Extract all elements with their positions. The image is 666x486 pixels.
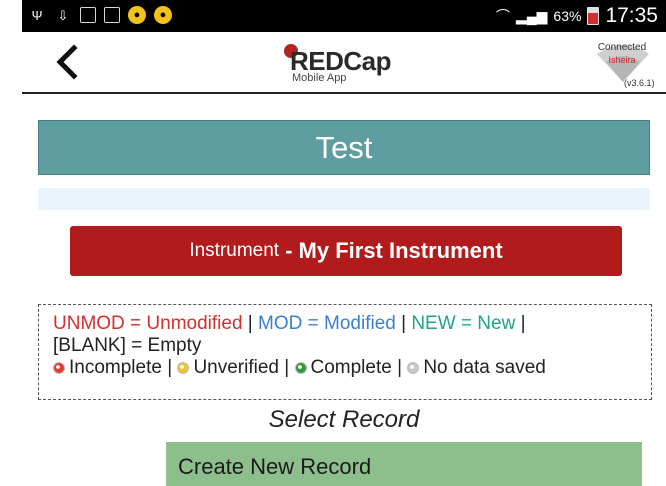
usb-icon: Ψ (31, 7, 43, 23)
legend-unmod: UNMOD = Unmodified (53, 313, 243, 334)
connection-indicator[interactable]: Connected Isheira (v3.6.1) (572, 40, 666, 92)
back-arrow-icon[interactable] (48, 42, 88, 82)
clock: 17:35 (605, 4, 658, 27)
app-frame: Ψ ⇩ ● ● ⌒ ▂▄▆ 63% 17:35 REDCap Mobile Ap… (22, 0, 666, 486)
legend-no-data: No data saved (423, 357, 546, 378)
connection-status: Connected (597, 42, 647, 53)
complete-dot-icon (294, 362, 307, 374)
wifi-status-icon: ⌒ (495, 8, 510, 24)
instrument-button[interactable]: Instrument - My First Instrument (70, 226, 622, 276)
unverified-dot-icon (177, 362, 190, 374)
sync-icon (104, 7, 120, 23)
notification-icons: Ψ ⇩ ● ● (28, 6, 172, 24)
legend-new: NEW = New (411, 313, 516, 334)
legend-line-2: [BLANK] = Empty (53, 335, 637, 357)
legend-complete: Complete (310, 357, 392, 378)
download-icon: ⇩ (57, 7, 69, 23)
legend-sep: | (395, 313, 412, 334)
legend-line-3: Incomplete | Unverified | Complete | No … (53, 357, 637, 379)
project-title: Test (38, 120, 650, 175)
battery-icon (587, 7, 600, 25)
no-data-dot-icon (407, 362, 420, 374)
legend-sep: | (515, 313, 526, 334)
legend-sep: | (242, 313, 259, 334)
legend-mod: MOD = Modified (258, 313, 396, 334)
info-strip (38, 188, 650, 210)
battery-percent: 63% (553, 8, 582, 24)
select-record-heading: Select Record (268, 406, 420, 433)
instrument-prefix: Instrument (189, 240, 280, 261)
incomplete-dot-icon (53, 362, 65, 374)
status-bar: Ψ ⇩ ● ● ⌒ ▂▄▆ 63% 17:35 (22, 0, 666, 32)
signal-icon: ▂▄▆ (515, 7, 548, 24)
legend-blank: [BLANK] = Empty (53, 335, 202, 356)
legend-line-1: UNMOD = Unmodified | MOD = Modified | NE… (53, 313, 637, 335)
lock-icon-2: ● (154, 6, 172, 24)
instrument-name: - My First Instrument (285, 238, 503, 263)
logo-subtitle: Mobile App (292, 72, 347, 84)
legend-incomplete: Incomplete (69, 357, 162, 378)
app-version: (v3.6.1) (624, 78, 655, 88)
app-bar: REDCap Mobile App Connected Isheira (v3.… (22, 32, 666, 94)
status-legend: UNMOD = Unmodified | MOD = Modified | NE… (38, 304, 652, 400)
connection-host: Isheira (608, 55, 636, 65)
system-tray: ⌒ ▂▄▆ 63% 17:35 (496, 4, 658, 28)
legend-unverified: Unverified (193, 357, 279, 378)
redcap-logo: REDCap Mobile App (280, 42, 420, 86)
create-new-record-button[interactable]: Create New Record (166, 442, 642, 486)
image-icon (80, 7, 96, 23)
lock-icon-1: ● (128, 6, 146, 24)
